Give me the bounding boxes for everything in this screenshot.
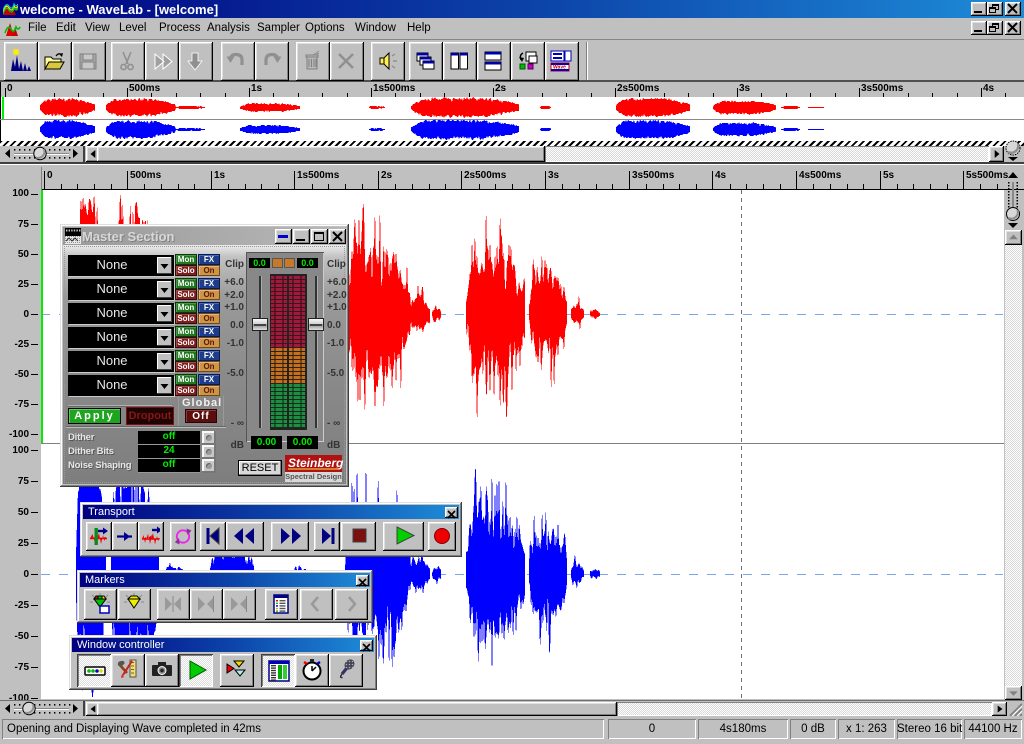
- svg-text:Wave: Wave: [553, 65, 566, 71]
